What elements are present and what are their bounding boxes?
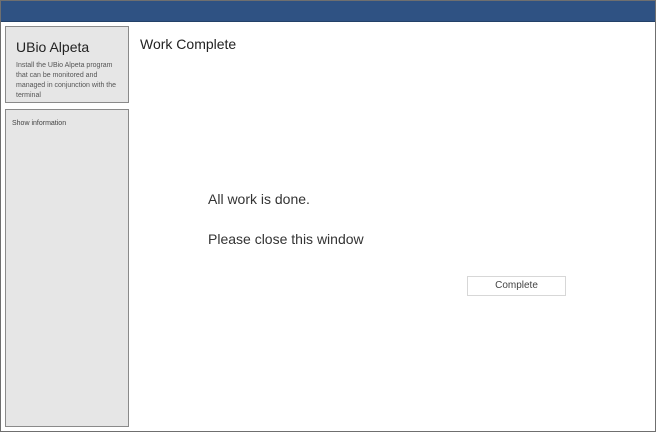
show-information-link[interactable]: Show information — [12, 119, 66, 129]
installer-window: UBio Alpeta Install the UBio Alpeta prog… — [0, 0, 656, 432]
product-description: Install the UBio Alpeta program that can… — [16, 62, 117, 99]
complete-button[interactable]: Complete — [467, 276, 566, 296]
close-window-message: Please close this window — [208, 231, 364, 247]
completion-message: All work is done. — [208, 191, 310, 207]
product-title: UBio Alpeta — [16, 39, 90, 55]
product-info-panel: UBio Alpeta Install the UBio Alpeta prog… — [5, 26, 129, 103]
page-title: Work Complete — [140, 36, 237, 52]
window-titlebar[interactable] — [1, 1, 655, 22]
information-panel: Show information — [5, 109, 129, 427]
